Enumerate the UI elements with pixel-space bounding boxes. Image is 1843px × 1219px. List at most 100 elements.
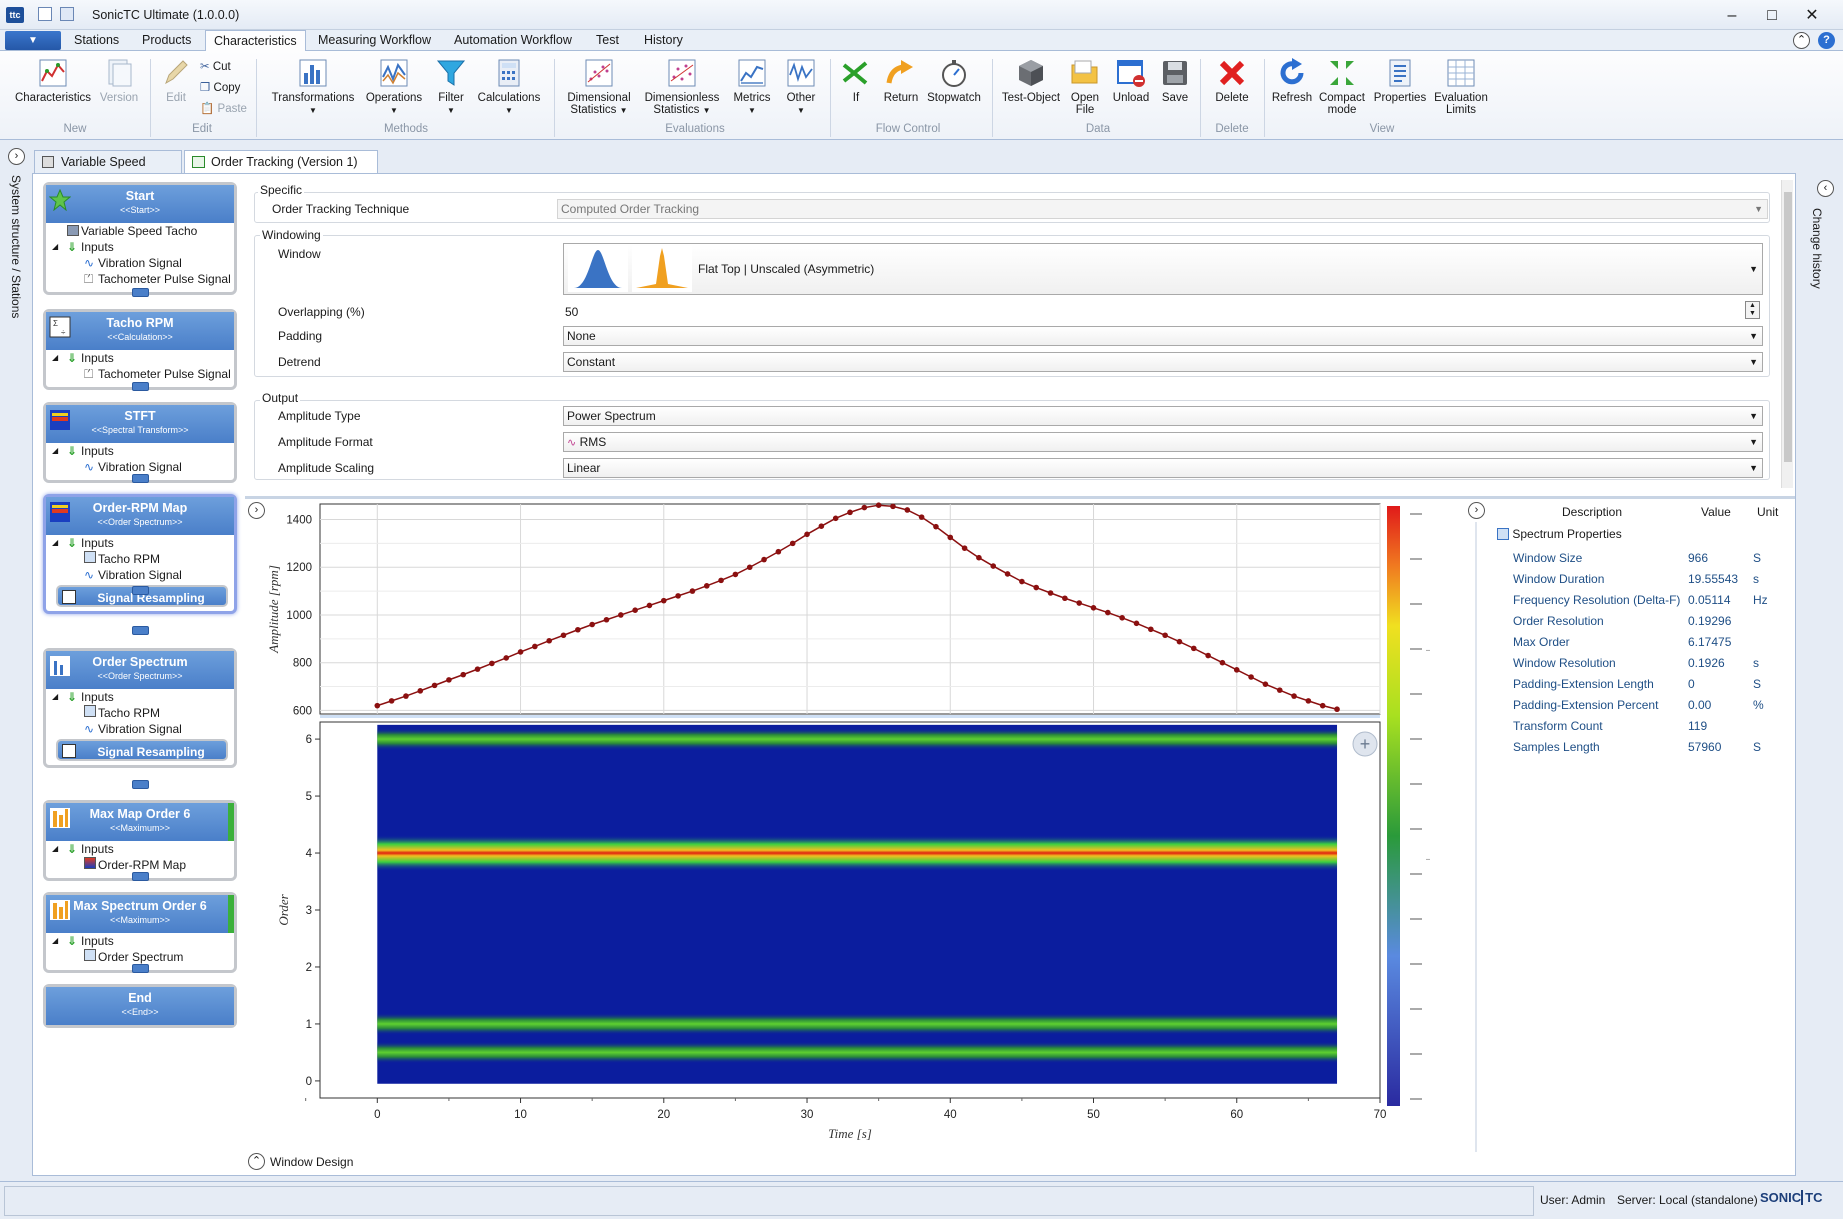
window-design-label[interactable]: Window Design bbox=[270, 1155, 353, 1169]
station-input-item[interactable]: ∿ Vibration Signal bbox=[46, 567, 234, 583]
spectrum-row[interactable]: Max Order 6.17475 bbox=[1513, 633, 1783, 651]
station-card[interactable]: Σ ÷ Tacho RPM <<Calculation>> ◢ ⇓ Inputs ⏍ Tacho… bbox=[43, 309, 237, 390]
station-header[interactable]: STFT <<Spectral Transform>> bbox=[46, 405, 234, 443]
maximize-button[interactable]: □ bbox=[1752, 4, 1792, 28]
spectrum-row[interactable]: Order Resolution 0.19296 bbox=[1513, 612, 1783, 630]
minimize-button[interactable]: – bbox=[1712, 4, 1752, 28]
expand-left-panel-button[interactable]: › bbox=[8, 148, 25, 165]
overlap-input[interactable]: 50 bbox=[565, 305, 578, 319]
station-header[interactable]: End <<End>> bbox=[46, 987, 234, 1025]
spectrum-row[interactable]: Transform Count 119 bbox=[1513, 717, 1783, 735]
amp-format-select[interactable]: ∿ RMS ▼ bbox=[563, 432, 1763, 452]
station-card[interactable]: Order-RPM Map <<Order Spectrum>> ◢ ⇓ Inputs T… bbox=[43, 494, 237, 614]
station-card[interactable]: Max Map Order 6 <<Maximum>> ◢ ⇓ Inputs Order-… bbox=[43, 800, 237, 881]
window-select[interactable]: Flat Top | Unscaled (Asymmetric) ▼ bbox=[563, 243, 1763, 295]
filter-button[interactable]: Filter ▼ bbox=[432, 57, 470, 117]
col-unit[interactable]: Unit bbox=[1757, 505, 1778, 519]
station-header[interactable]: Order-RPM Map <<Order Spectrum>> bbox=[46, 497, 234, 535]
version-button[interactable]: Version bbox=[96, 57, 142, 104]
station-input-item[interactable]: ∿ Vibration Signal bbox=[46, 255, 234, 271]
station-card[interactable]: STFT <<Spectral Transform>> ◢ ⇓ Inputs ∿ Vibra… bbox=[43, 402, 237, 483]
properties-scrollbar[interactable] bbox=[1781, 180, 1793, 488]
cut-button[interactable]: ✂ Cut bbox=[200, 57, 231, 77]
help-icon[interactable]: ? bbox=[1818, 32, 1835, 49]
technique-select[interactable]: Computed Order Tracking ▼ bbox=[557, 199, 1768, 219]
delete-button[interactable]: Delete bbox=[1208, 57, 1256, 104]
edit-button[interactable]: Edit bbox=[158, 57, 194, 104]
amp-scaling-select[interactable]: Linear ▼ bbox=[563, 458, 1763, 478]
amp-type-select[interactable]: Power Spectrum ▼ bbox=[563, 406, 1763, 426]
station-input-item[interactable]: ∿ Vibration Signal bbox=[46, 721, 234, 737]
return-button[interactable]: Return bbox=[880, 57, 922, 104]
refresh-button[interactable]: Refresh bbox=[1270, 57, 1314, 104]
dimensional-statistics-button[interactable]: Dimensional Statistics ▼ bbox=[562, 57, 636, 117]
station-inputs-node[interactable]: ◢ ⇓ Inputs bbox=[46, 535, 234, 551]
doc-tab-variable-speed-tacho[interactable]: Variable Speed Tacho bbox=[34, 150, 182, 191]
expand-window-design-button[interactable]: ⌃ bbox=[248, 1153, 265, 1170]
signal-resampling-substation[interactable]: Signal Resampling bbox=[56, 739, 228, 761]
dimensionless-statistics-button[interactable]: Dimensionless Statistics ▼ bbox=[640, 57, 724, 117]
tab-stations[interactable]: Stations bbox=[66, 30, 127, 51]
padding-select[interactable]: None ▼ bbox=[563, 326, 1763, 346]
if-button[interactable]: If bbox=[838, 57, 874, 104]
station-card[interactable]: End <<End>> bbox=[43, 984, 237, 1028]
station-inputs-node[interactable]: ◢ ⇓ Inputs bbox=[46, 239, 234, 255]
expand-right-panel-button[interactable]: ‹ bbox=[1817, 180, 1834, 197]
col-value[interactable]: Value bbox=[1701, 505, 1731, 519]
station-inputs-node[interactable]: ◢ ⇓ Inputs bbox=[46, 689, 234, 705]
test-object-button[interactable]: Test-Object bbox=[998, 57, 1064, 104]
station-card[interactable]: Start <<Start>> Variable Speed Tacho ◢ ⇓ Inpu… bbox=[43, 182, 237, 295]
col-description[interactable]: Description bbox=[1562, 505, 1622, 519]
station-input-item[interactable]: Tacho RPM bbox=[46, 705, 234, 721]
station-inputs-node[interactable]: ◢ ⇓ Inputs bbox=[46, 933, 234, 949]
spectrum-row[interactable]: Window Size 966 S bbox=[1513, 549, 1783, 567]
collapse-ribbon-button[interactable]: ⌃ bbox=[1793, 32, 1810, 49]
calculations-button[interactable]: Calculations ▼ bbox=[474, 57, 544, 117]
rpm-plot-area[interactable] bbox=[319, 503, 1381, 715]
close-button[interactable]: ✕ bbox=[1792, 4, 1832, 28]
save-button[interactable]: Save bbox=[1156, 57, 1194, 104]
system-structure-rail-label[interactable]: System structure / Stations bbox=[9, 175, 23, 318]
station-input-item[interactable]: ⏍ Tachometer Pulse Signal bbox=[46, 366, 234, 382]
station-input-item[interactable]: ∿ Vibration Signal bbox=[46, 459, 234, 475]
change-history-rail-label[interactable]: Change history bbox=[1810, 208, 1824, 289]
unload-button[interactable]: Unload bbox=[1108, 57, 1154, 104]
evaluation-limits-button[interactable]: Evaluation Limits bbox=[1432, 57, 1490, 116]
tab-test[interactable]: Test bbox=[588, 30, 627, 51]
station-inputs-node[interactable]: ◢ ⇓ Inputs bbox=[46, 350, 234, 366]
station-header[interactable]: Start <<Start>> bbox=[46, 185, 234, 223]
station-input-item[interactable]: Tacho RPM bbox=[46, 551, 234, 567]
spectrum-row[interactable]: Frequency Resolution (Delta-F) 0.05114 Hz bbox=[1513, 591, 1783, 609]
tab-automation-workflow[interactable]: Automation Workflow bbox=[446, 30, 580, 51]
compact-mode-button[interactable]: Compact mode bbox=[1316, 57, 1368, 116]
spectrum-properties-group[interactable]: Spectrum Properties bbox=[1497, 527, 1622, 541]
properties-button[interactable]: Properties bbox=[1370, 57, 1430, 104]
overlap-stepper[interactable]: ▲ ▼ bbox=[1745, 301, 1760, 319]
station-header[interactable]: Max Map Order 6 <<Maximum>> bbox=[46, 803, 234, 841]
other-button[interactable]: Other ▼ bbox=[780, 57, 822, 117]
station-header[interactable]: Max Spectrum Order 6 <<Maximum>> bbox=[46, 895, 234, 933]
spectrum-row[interactable]: Padding-Extension Percent 0.00% bbox=[1513, 696, 1783, 714]
station-card[interactable]: Max Spectrum Order 6 <<Maximum>> ◢ ⇓ Inputs O… bbox=[43, 892, 237, 973]
spectrum-row[interactable]: Padding-Extension Length 0 S bbox=[1513, 675, 1783, 693]
spectrum-row[interactable]: Samples Length 57960 S bbox=[1513, 738, 1783, 756]
expand-spectrum-panel-button[interactable]: › bbox=[1468, 502, 1485, 519]
doc-tab-order-tracking[interactable]: Order Tracking (Version 1) x bbox=[184, 150, 378, 191]
detrend-select[interactable]: Constant ▼ bbox=[563, 352, 1763, 372]
station-inputs-node[interactable]: ◢ ⇓ Inputs bbox=[46, 443, 234, 459]
tab-products[interactable]: Products bbox=[134, 30, 199, 51]
paste-button[interactable]: 📋 Paste bbox=[200, 99, 247, 119]
stopwatch-button[interactable]: Stopwatch bbox=[924, 57, 984, 104]
station-card[interactable]: Order Spectrum <<Order Spectrum>> ◢ ⇓ Inputs… bbox=[43, 648, 237, 768]
order-tracking-chart[interactable]: 600800100012001400Amplitude [rpm]0123456… bbox=[260, 498, 1430, 1150]
station-input-item[interactable]: Order Spectrum bbox=[46, 949, 234, 965]
transformations-button[interactable]: Transformations ▼ bbox=[268, 57, 358, 117]
station-inputs-node[interactable]: ◢ ⇓ Inputs bbox=[46, 841, 234, 857]
app-menu-button[interactable]: ▼ bbox=[5, 31, 61, 50]
station-header[interactable]: Σ ÷ Tacho RPM <<Calculation>> bbox=[46, 312, 234, 350]
tab-history[interactable]: History bbox=[636, 30, 691, 51]
metrics-button[interactable]: Metrics ▼ bbox=[728, 57, 776, 117]
scroll-thumb[interactable] bbox=[1784, 192, 1792, 462]
station-input-item[interactable]: Order-RPM Map bbox=[46, 857, 234, 873]
station-header[interactable]: Order Spectrum <<Order Spectrum>> bbox=[46, 651, 234, 689]
